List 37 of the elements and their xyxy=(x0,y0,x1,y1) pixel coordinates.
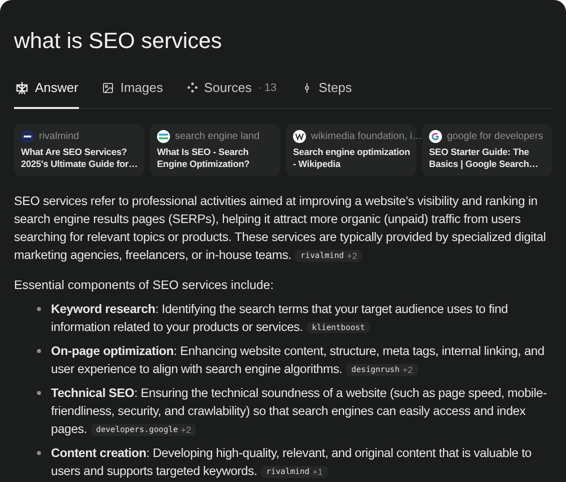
source-site: rivalmind xyxy=(39,131,80,142)
dots-icon xyxy=(187,82,198,93)
list-heading: Essential components of SEO services include: xyxy=(14,277,275,294)
list-item-text: Content creation: Developing high-quality, relevant, and original content that is valuable to users and supports targeted keywords. rivalmind +1 xyxy=(51,445,533,480)
image-icon xyxy=(102,82,114,94)
source-site: google for developers xyxy=(447,131,544,142)
answer-paragraph: SEO services refer to professional activities aimed at improving a website's visibility and ranking in search engine results pages (SERPs), helping it attract more organic (unpaid) traffic from users searching for relevant topics or products. These services are typically provided by specialized digital marketing agencies, freelancers, or in-house teams. rivalmind +2 xyxy=(14,193,547,264)
tab[interactable]: Steps xyxy=(300,76,353,109)
list-item-text: On-page optimization: Enhancing website content, structure, meta tags, internal linking, and user experience to align with search engine algorithms. designrush +2 xyxy=(51,343,546,378)
citation-chip[interactable]: klientboost xyxy=(306,322,370,333)
site-logo-icon xyxy=(429,130,442,143)
bullet-icon xyxy=(37,349,41,353)
bullet-icon xyxy=(37,391,41,395)
source-title: What Are SEO Services? 2025's Ultimate Guide for… xyxy=(21,146,138,170)
source-title: Search engine optimization - Wikipedia xyxy=(293,146,410,170)
tab[interactable]: Images xyxy=(101,76,164,109)
tab[interactable]: Sources · 13 xyxy=(186,76,278,109)
citation-chip[interactable]: rivalmind +2 xyxy=(295,250,362,262)
list-item-text: Keyword research: Identifying the search terms that your target audience uses to find information related to your products or services. klientboost xyxy=(51,301,509,336)
bullet-icon xyxy=(37,451,41,455)
source-card[interactable]: google for developers SEO Starter Guide: The Basics | Google Search… xyxy=(422,124,552,176)
citation-chip[interactable]: rivalmind +1 xyxy=(261,466,328,478)
tab[interactable]: Answer xyxy=(14,76,80,109)
source-site: wikimedia foundation, i… xyxy=(311,131,422,142)
query-title: what is SEO services xyxy=(14,28,223,54)
list-item-text: Technical SEO: Ensuring the technical soundness of a website (such as page speed, mobile-friendliness, security, and crawlability) so that search engines can easily access and index pages. developers.google +2 xyxy=(51,385,548,438)
citation-chip[interactable]: developers.google +2 xyxy=(91,424,196,436)
source-card[interactable]: rivalmind What Are SEO Services? 2025's Ultimate Guide for… xyxy=(14,124,144,176)
source-title: What Is SEO - Search Engine Optimization? xyxy=(157,146,251,170)
citation-chip[interactable]: designrush +2 xyxy=(346,364,418,376)
bullet-icon xyxy=(37,307,41,311)
site-logo-icon xyxy=(293,130,306,143)
site-logo-icon xyxy=(157,130,170,143)
site-logo-icon xyxy=(21,130,34,143)
source-title: SEO Starter Guide: The Basics | Google Search… xyxy=(429,146,540,170)
source-site: search engine land xyxy=(175,131,260,142)
source-card[interactable]: search engine land What Is SEO - Search Engine Optimization? xyxy=(150,124,280,176)
